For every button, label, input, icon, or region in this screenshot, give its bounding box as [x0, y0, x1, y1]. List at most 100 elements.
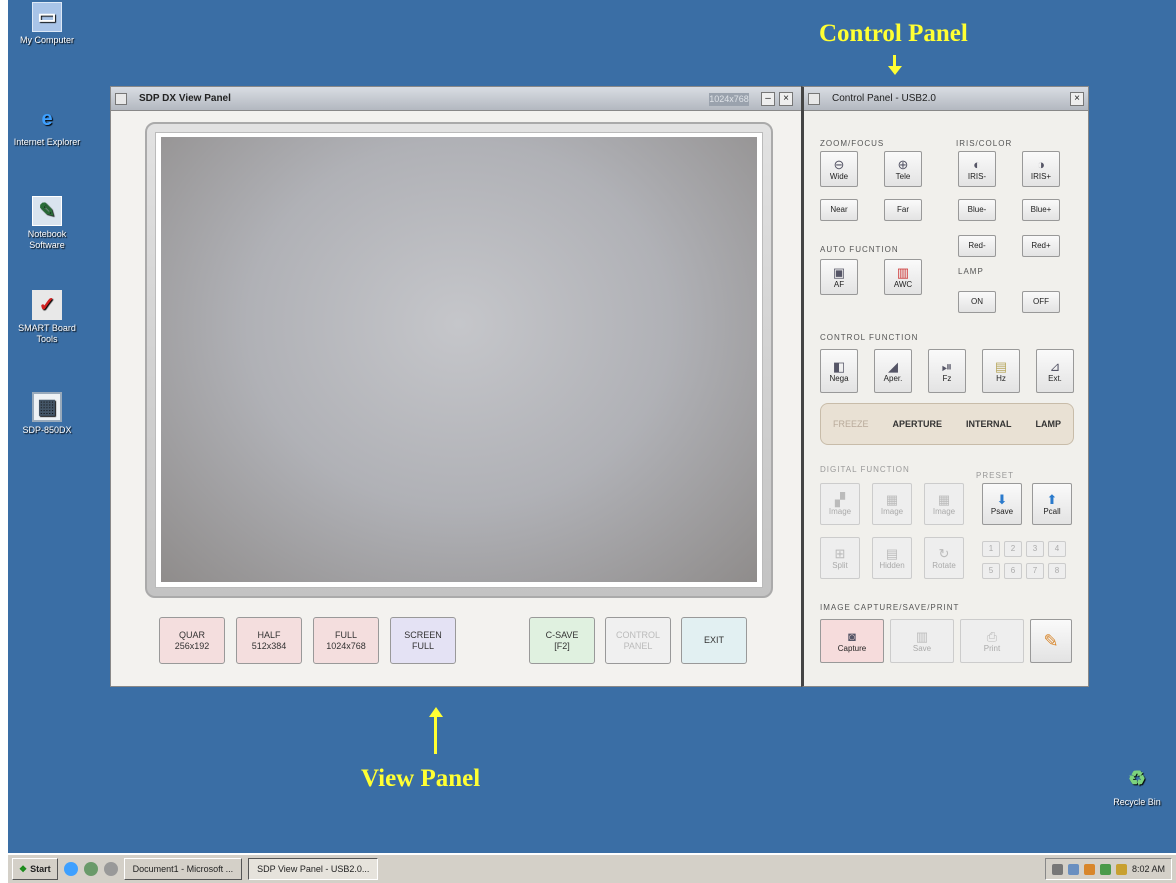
preset-call-button[interactable]: ⬆ Pcall	[1032, 483, 1072, 525]
preset-slot-button[interactable]: 5	[982, 563, 1000, 579]
play-pause-icon: ⏯	[941, 358, 953, 374]
volume-tray-icon[interactable]	[1115, 863, 1127, 875]
blue-plus-button[interactable]: Blue+	[1022, 199, 1060, 221]
preset-save-icon: ⬇	[996, 491, 1008, 507]
desktop-icon-label: Notebook Software	[27, 229, 67, 250]
taskbar-item-sdp-view-panel[interactable]: SDP View Panel - USB2.0...	[248, 858, 379, 880]
button-label: Psave	[990, 506, 1014, 516]
freeze-button[interactable]: ⏯ Fz	[928, 349, 966, 393]
digital-function-4-button[interactable]: ⊞ Split	[820, 537, 860, 579]
save-icon: ▥	[915, 628, 929, 644]
save-button[interactable]: ▥ Save	[890, 619, 954, 663]
blue-minus-button[interactable]: Blue-	[958, 199, 996, 221]
minimize-button[interactable]: –	[761, 92, 775, 106]
button-label: Aper.	[883, 373, 903, 383]
button-label: Image	[880, 506, 904, 516]
preset-slot-button[interactable]: 1	[982, 541, 1000, 557]
section-lamp: LAMP	[958, 267, 984, 276]
quicklaunch-ie-icon[interactable]	[63, 862, 78, 876]
quicklaunch-outlook-icon[interactable]	[83, 862, 98, 876]
control-panel-window: Control Panel - USB2.0 × ZOOM/FOCUS IRIS…	[801, 86, 1089, 687]
screen-full-button[interactable]: SCREEN FULL	[390, 617, 456, 664]
negative-icon: ◧	[832, 358, 846, 374]
app-tray-icon[interactable]	[1099, 863, 1111, 875]
window-icon	[808, 92, 820, 105]
focus-near-button[interactable]: Near	[820, 199, 858, 221]
zoom-wide-button[interactable]: ⊖ Wide	[820, 151, 858, 187]
print-button[interactable]: ⎙ Print	[960, 619, 1024, 663]
control-panel-titlebar[interactable]: Control Panel - USB2.0 ×	[804, 87, 1088, 111]
view-panel-titlebar[interactable]: SDP DX View Panel 1024x768 – ×	[111, 87, 801, 111]
preset-save-button[interactable]: ⬇ Psave	[982, 483, 1022, 525]
status-aperture: APERTURE	[892, 419, 942, 429]
preset-slot-button[interactable]: 8	[1048, 563, 1066, 579]
start-button[interactable]: ❖ Start	[12, 858, 58, 880]
close-icon[interactable]: ×	[779, 92, 793, 106]
focus-far-button[interactable]: Far	[884, 199, 922, 221]
window-icon	[115, 92, 127, 105]
preset-slot-button[interactable]: 6	[1004, 563, 1022, 579]
digital-function-5-button[interactable]: ▤ Hidden	[872, 537, 912, 579]
external-icon: ⊿	[1049, 358, 1061, 374]
button-label: Rotate	[932, 560, 956, 570]
network-tray-icon[interactable]	[1067, 863, 1079, 875]
button-label: IRIS+	[1030, 171, 1052, 181]
preset-slot-button[interactable]: 2	[1004, 541, 1022, 557]
c-save-button[interactable]: C-SAVE [F2]	[529, 617, 595, 664]
zoom-tele-button[interactable]: ⊕ Tele	[884, 151, 922, 187]
button-label: Print	[983, 643, 1001, 653]
pen-tray-icon[interactable]	[1051, 863, 1063, 875]
digital-function-1-button[interactable]: ▞ Image	[820, 483, 860, 525]
desktop-icon-label: Internet Explorer	[13, 137, 81, 147]
aperture-button[interactable]: ◢ Aper.	[874, 349, 912, 393]
camera-icon: ◙	[848, 628, 856, 644]
desktop-icon-internet-explorer[interactable]: e Internet Explorer	[10, 104, 84, 148]
desktop-icon-recycle-bin[interactable]: ♻ Recycle Bin	[1100, 764, 1174, 808]
pen-tool-icon: ✎	[1043, 630, 1059, 651]
close-icon[interactable]: ×	[1070, 92, 1084, 106]
auto-white-balance-button[interactable]: ▥ AWC	[884, 259, 922, 295]
capture-button[interactable]: ◙ Capture	[820, 619, 884, 663]
internet-explorer-icon: e	[41, 107, 53, 130]
zoom-out-icon: ⊖	[833, 156, 845, 172]
quicklaunch-desktop-icon[interactable]	[103, 862, 118, 876]
taskbar: ❖ Start Document1 - Microsoft ... SDP Vi…	[8, 853, 1176, 883]
red-plus-button[interactable]: Red+	[1022, 235, 1060, 257]
lamp-off-button[interactable]: OFF	[1022, 291, 1060, 313]
external-button[interactable]: ⊿ Ext.	[1036, 349, 1074, 393]
hz-button[interactable]: ▤ Hz	[982, 349, 1020, 393]
digital-function-6-button[interactable]: ↻ Rotate	[924, 537, 964, 579]
digital-function-2-button[interactable]: ▦ Image	[872, 483, 912, 525]
button-label: Fz	[942, 373, 952, 383]
status-indicator-bar: FREEZE APERTURE INTERNAL LAMP	[820, 403, 1074, 445]
digital-function-3-button[interactable]: ▦ Image	[924, 483, 964, 525]
iris-minus-button[interactable]: ◐ IRIS-	[958, 151, 996, 187]
folder-tray-icon[interactable]	[1083, 863, 1095, 875]
half-size-button[interactable]: HALF 512x384	[236, 617, 302, 664]
section-preset: PRESET	[976, 471, 1015, 480]
exit-button[interactable]: EXIT	[681, 617, 747, 664]
taskbar-item-document1[interactable]: Document1 - Microsoft ...	[123, 858, 243, 880]
annotation-arrow-head	[429, 707, 443, 717]
lamp-on-button[interactable]: ON	[958, 291, 996, 313]
button-label: Save	[912, 643, 932, 653]
rotate-icon: ↻	[938, 545, 950, 561]
iris-plus-button[interactable]: ◑ IRIS+	[1022, 151, 1060, 187]
negative-button[interactable]: ◧ Nega	[820, 349, 858, 393]
auto-focus-button[interactable]: ▣ AF	[820, 259, 858, 295]
preset-slot-button[interactable]: 3	[1026, 541, 1044, 557]
button-label: Tele	[895, 171, 911, 181]
red-minus-button[interactable]: Red-	[958, 235, 996, 257]
full-size-button[interactable]: FULL 1024x768	[313, 617, 379, 664]
desktop-icon-my-computer[interactable]: ▭ My Computer	[10, 2, 84, 46]
desktop-icon-sdp-850dx[interactable]: ▦ SDP-850DX	[10, 392, 84, 436]
quar-size-button[interactable]: QUAR 256x192	[159, 617, 225, 664]
control-panel-button[interactable]: CONTROL PANEL	[605, 617, 671, 664]
desktop-icon-smart-board-tools[interactable]: ✓ SMART Board Tools	[10, 290, 84, 345]
button-label: AF	[833, 279, 845, 289]
camera-video-feed[interactable]	[161, 137, 757, 582]
preset-slot-button[interactable]: 7	[1026, 563, 1044, 579]
preset-slot-button[interactable]: 4	[1048, 541, 1066, 557]
capture-tool-button[interactable]: ✎	[1030, 619, 1072, 663]
desktop-icon-notebook-software[interactable]: ✎ Notebook Software	[10, 196, 84, 251]
